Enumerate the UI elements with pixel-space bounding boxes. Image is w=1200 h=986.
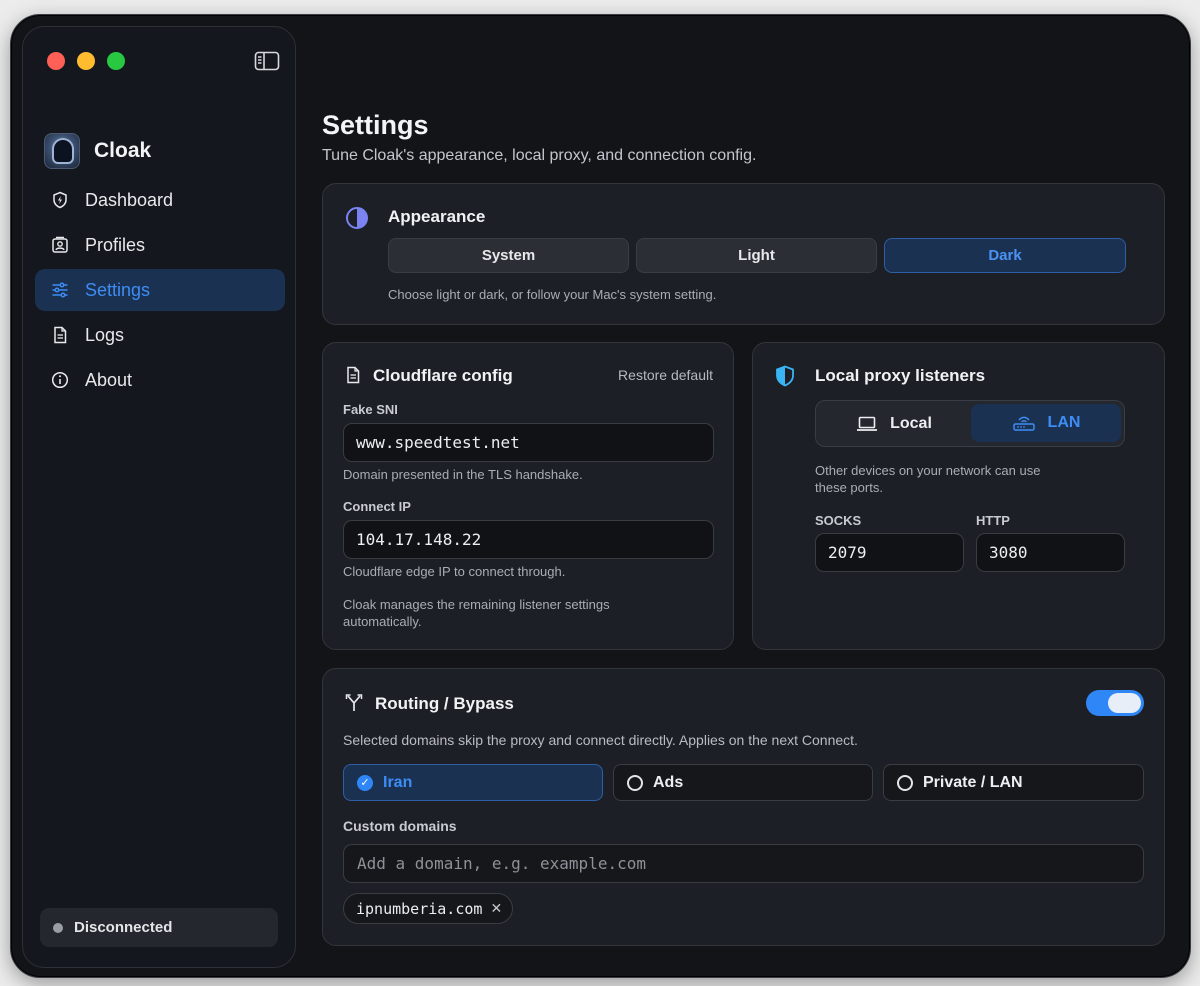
sidebar-item-profiles[interactable]: Profiles [35, 224, 285, 266]
proxy-title: Local proxy listeners [815, 366, 986, 385]
sidebar-item-dashboard[interactable]: Dashboard [35, 179, 285, 221]
appearance-hint: Choose light or dark, or follow your Mac… [388, 287, 717, 302]
appearance-light-button[interactable]: Light [636, 238, 877, 273]
routing-toggle[interactable] [1086, 690, 1144, 716]
proxy-card: Local proxy listeners Local LAN Other de… [752, 342, 1165, 650]
fork-arrow-icon [345, 694, 363, 711]
document-icon [54, 326, 67, 344]
laptop-icon [857, 416, 878, 431]
connect-ip-hint: Cloudflare edge IP to connect through. [343, 564, 566, 579]
app-logo [44, 133, 80, 169]
custom-domains-label: Custom domains [343, 818, 457, 834]
page-subtitle: Tune Cloak's appearance, local proxy, an… [322, 147, 757, 164]
routing-option-label: Iran [383, 773, 413, 791]
routing-option-private-lan[interactable]: Private / LAN [883, 764, 1144, 801]
appearance-dark-button[interactable]: Dark [884, 238, 1126, 273]
cloudflare-footer: Cloak manages the remaining listener set… [343, 597, 610, 629]
proxy-mode-local[interactable]: Local [820, 405, 968, 442]
half-circle-icon [346, 207, 368, 229]
routing-title: Routing / Bypass [375, 694, 514, 713]
routing-option-ads[interactable]: Ads [613, 764, 873, 801]
app-name: Cloak [94, 139, 152, 162]
routing-option-label: Ads [653, 773, 684, 791]
sidebar-toggle-icon[interactable] [254, 51, 280, 71]
http-label: HTTP [976, 513, 1010, 528]
appearance-card: Appearance System Light Dark Choose ligh… [322, 183, 1165, 325]
sidebar-item-label: About [85, 369, 133, 390]
radio-icon [897, 774, 913, 791]
connect-ip-label: Connect IP [343, 499, 411, 514]
status-label: Disconnected [74, 919, 173, 936]
proxy-mode-local-label: Local [890, 414, 932, 432]
minimize-window-button[interactable] [77, 52, 95, 70]
window-controls [47, 52, 125, 70]
restore-default-button[interactable]: Restore default [618, 367, 713, 383]
shield-bolt-icon [53, 191, 67, 209]
http-port-field[interactable]: 3080 [976, 533, 1125, 572]
sidebar-item-label: Dashboard [85, 189, 174, 210]
page-title: Settings [322, 110, 429, 140]
domain-chip: ipnumberia.com ✕ [343, 893, 514, 924]
sidebar-item-label: Settings [85, 279, 151, 300]
sidebar-item-settings[interactable]: Settings [35, 269, 285, 311]
sidebar-nav: Dashboard Profiles Settings Logs About [35, 179, 285, 404]
zoom-window-button[interactable] [107, 52, 125, 70]
close-window-button[interactable] [47, 52, 65, 70]
cloudflare-title: Cloudflare config [373, 366, 513, 385]
routing-toggle-knob [1108, 693, 1141, 713]
routing-option-label: Private / LAN [923, 773, 1023, 791]
sidebar: Cloak Dashboard Profiles Settings Logs A… [22, 26, 296, 968]
sidebar-item-label: Profiles [85, 234, 146, 255]
cloudflare-card: Cloudflare config Restore default Fake S… [322, 342, 734, 650]
proxy-mode-lan[interactable]: LAN [971, 404, 1121, 442]
proxy-mode-segment: Local LAN [815, 400, 1125, 447]
appearance-system-button[interactable]: System [388, 238, 629, 273]
socks-label: SOCKS [815, 513, 862, 528]
fake-sni-field[interactable]: www.speedtest.net [343, 423, 714, 462]
sidebar-item-logs[interactable]: Logs [35, 314, 285, 356]
status-dot [53, 922, 63, 933]
brand: Cloak [44, 133, 151, 169]
remove-domain-icon[interactable]: ✕ [490, 901, 502, 917]
custom-domain-input[interactable] [343, 844, 1144, 883]
shield-icon [776, 365, 794, 387]
sliders-icon [52, 282, 68, 298]
document-icon [347, 366, 360, 384]
person-card-icon [52, 236, 68, 253]
proxy-hint: Other devices on your network can use th… [815, 463, 1041, 495]
routing-option-iran[interactable]: ✓ Iran [343, 764, 603, 801]
routing-description: Selected domains skip the proxy and conn… [343, 732, 858, 748]
connection-status: Disconnected [40, 908, 278, 947]
app-window: Cloak Dashboard Profiles Settings Logs A… [10, 14, 1191, 978]
fake-sni-label: Fake SNI [343, 402, 398, 417]
radio-icon [627, 774, 643, 791]
routing-card: Routing / Bypass Selected domains skip t… [322, 668, 1165, 946]
router-icon [1012, 416, 1035, 431]
socks-port-field[interactable]: 2079 [815, 533, 964, 572]
sidebar-item-label: Logs [85, 324, 125, 345]
fake-sni-hint: Domain presented in the TLS handshake. [343, 467, 583, 482]
connect-ip-field[interactable]: 104.17.148.22 [343, 520, 714, 559]
domain-chip-label: ipnumberia.com [356, 899, 483, 918]
proxy-mode-lan-label: LAN [1047, 414, 1081, 431]
appearance-title: Appearance [388, 207, 486, 226]
info-icon [51, 371, 69, 389]
checkmark-icon: ✓ [357, 774, 373, 791]
sidebar-item-about[interactable]: About [35, 359, 285, 401]
